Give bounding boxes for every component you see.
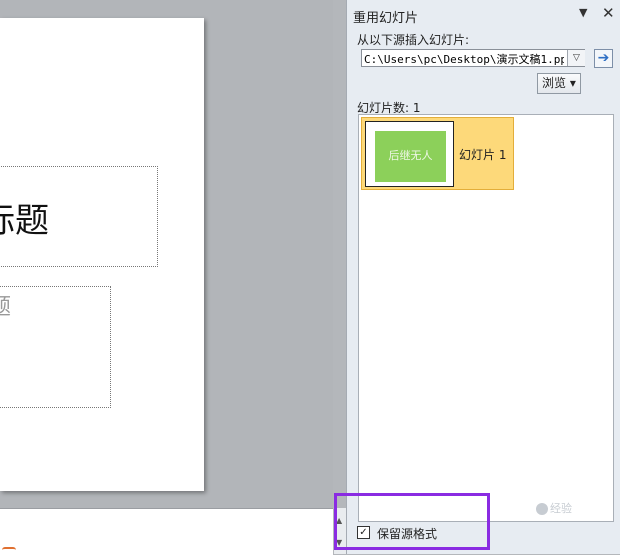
- notes-mark: [2, 547, 16, 553]
- keep-source-format-label: 保留源格式: [377, 527, 438, 541]
- scroll-down-icon[interactable]: ▼: [336, 538, 342, 547]
- source-label: 从以下源插入幻灯片:: [357, 33, 470, 47]
- browse-button[interactable]: 浏览 ▾: [537, 73, 581, 94]
- title-placeholder[interactable]: 标题: [0, 166, 158, 267]
- title-text: 标题: [0, 201, 49, 241]
- slide-canvas[interactable]: 标题 题: [0, 18, 204, 491]
- slide-thumbnail: 后继无人: [375, 131, 446, 182]
- watermark: 经验: [536, 500, 572, 516]
- chevron-down-icon[interactable]: ▽: [567, 50, 585, 66]
- go-arrow-button[interactable]: ➔: [594, 49, 613, 68]
- scroll-up-icon[interactable]: ▲: [336, 516, 342, 525]
- source-path-input[interactable]: [361, 49, 585, 67]
- slide-workspace: 标题 题: [0, 0, 333, 508]
- slide-thumbnail-frame: 后继无人: [365, 121, 454, 187]
- slides-list[interactable]: 后继无人 幻灯片 1: [358, 114, 614, 522]
- notes-pane[interactable]: [0, 508, 333, 555]
- reuse-slides-pane: 重用幻灯片 ▼ ✕ 从以下源插入幻灯片: ▽ ➔ 浏览 ▾ 幻灯片数: 1 后继…: [346, 0, 620, 554]
- subtitle-text: 题: [0, 295, 12, 320]
- watermark-text: 经验: [550, 502, 572, 515]
- pane-title: 重用幻灯片: [353, 11, 419, 26]
- pane-options-icon[interactable]: ▼: [579, 6, 587, 19]
- close-icon[interactable]: ✕: [602, 4, 615, 22]
- keep-source-format-checkbox[interactable]: ✓: [357, 526, 370, 539]
- slide-list-item[interactable]: 后继无人 幻灯片 1: [361, 117, 514, 190]
- subtitle-placeholder[interactable]: 题: [0, 286, 111, 408]
- slide-item-label: 幻灯片 1: [459, 148, 507, 162]
- vertical-scrollbar[interactable]: ▲ ▼: [333, 508, 347, 554]
